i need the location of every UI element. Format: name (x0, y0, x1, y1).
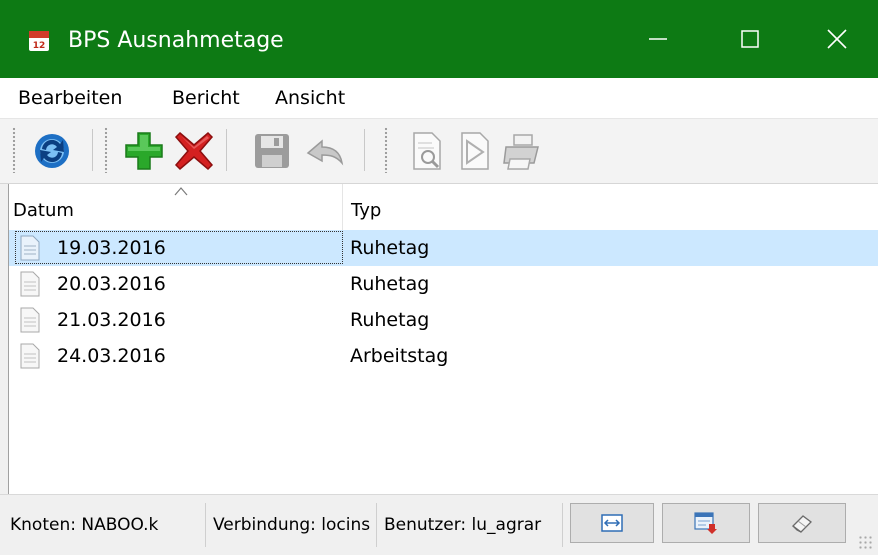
print-preview-icon (413, 132, 441, 170)
export-button[interactable] (452, 129, 496, 173)
minimize-icon (649, 38, 667, 40)
undo-icon (306, 139, 344, 166)
date-list[interactable]: Datum Typ 19.03.2016 Ruhetag 20.03.2016 (8, 184, 878, 494)
add-plus-icon (125, 132, 163, 170)
menu-ansicht[interactable]: Ansicht (275, 86, 345, 110)
cell-datum: 24.03.2016 (57, 345, 166, 367)
delete-x-icon (174, 131, 214, 171)
print-preview-button[interactable] (404, 129, 448, 173)
toolbar-separator (92, 129, 93, 171)
column-divider[interactable] (342, 184, 343, 230)
toolbar-separator (226, 129, 227, 171)
table-row[interactable]: 24.03.2016 Arbeitstag (9, 338, 878, 374)
document-icon (20, 271, 40, 297)
document-icon (20, 235, 40, 261)
toolbar-grip[interactable] (384, 127, 388, 173)
status-benutzer: Benutzer: lu_agrar (384, 503, 563, 547)
table-row[interactable]: 20.03.2016 Ruhetag (9, 266, 878, 302)
refresh-button[interactable] (30, 129, 74, 173)
add-button[interactable] (122, 129, 166, 173)
print-button[interactable] (500, 129, 544, 173)
column-header-datum[interactable]: Datum (13, 200, 74, 221)
delete-button[interactable] (172, 129, 216, 173)
close-button[interactable] (796, 0, 878, 78)
export-list-icon (694, 512, 717, 534)
fit-width-button[interactable] (570, 503, 654, 543)
document-icon (20, 343, 40, 369)
column-header-typ[interactable]: Typ (351, 200, 381, 221)
status-bar: Knoten: NABOO.k Verbindung: locins Benut… (0, 494, 878, 555)
minimize-button[interactable] (612, 0, 704, 78)
status-verbindung: Verbindung: locins (213, 503, 377, 547)
calendar-12-icon: 12 (28, 30, 50, 52)
eraser-button[interactable] (758, 503, 846, 543)
close-icon (827, 29, 847, 49)
toolbar-grip[interactable] (12, 127, 16, 173)
eraser-icon (792, 515, 812, 533)
cell-datum: 20.03.2016 (57, 273, 166, 295)
refresh-icon (35, 134, 69, 168)
resize-grip[interactable] (858, 535, 874, 551)
status-knoten: Knoten: NABOO.k (10, 503, 206, 547)
svg-text:12: 12 (33, 41, 46, 51)
toolbar-separator (364, 129, 365, 171)
menu-bar: Bearbeiten Bericht Ansicht (0, 78, 878, 119)
document-icon (20, 307, 40, 333)
cell-typ: Ruhetag (350, 273, 430, 295)
cell-typ: Arbeitstag (350, 345, 449, 367)
cell-typ: Ruhetag (350, 237, 430, 259)
save-button[interactable] (250, 129, 294, 173)
cell-datum: 19.03.2016 (57, 237, 166, 259)
sort-ascending-icon (174, 187, 188, 196)
table-row[interactable]: 19.03.2016 Ruhetag (9, 230, 878, 266)
fit-width-icon (601, 514, 623, 532)
menu-bearbeiten[interactable]: Bearbeiten (18, 86, 122, 110)
maximize-icon (741, 30, 759, 48)
export-pdf-icon (461, 132, 489, 170)
title-bar[interactable]: 12 BPS Ausnahmetage (0, 0, 878, 78)
list-header: Datum Typ (9, 184, 878, 231)
export-list-button[interactable] (662, 503, 750, 543)
cell-datum: 21.03.2016 (57, 309, 166, 331)
cell-typ: Ruhetag (350, 309, 430, 331)
maximize-button[interactable] (704, 0, 796, 78)
undo-button[interactable] (302, 129, 346, 173)
toolbar-grip[interactable] (104, 127, 108, 173)
save-disk-icon (255, 134, 289, 168)
application-window: 12 BPS Ausnahmetage Bearbeiten Bericht A… (0, 0, 878, 555)
table-row[interactable]: 21.03.2016 Ruhetag (9, 302, 878, 338)
printer-icon (503, 134, 539, 170)
toolbar (0, 119, 878, 184)
window-title: BPS Ausnahmetage (68, 28, 284, 53)
menu-bericht[interactable]: Bericht (172, 86, 240, 110)
